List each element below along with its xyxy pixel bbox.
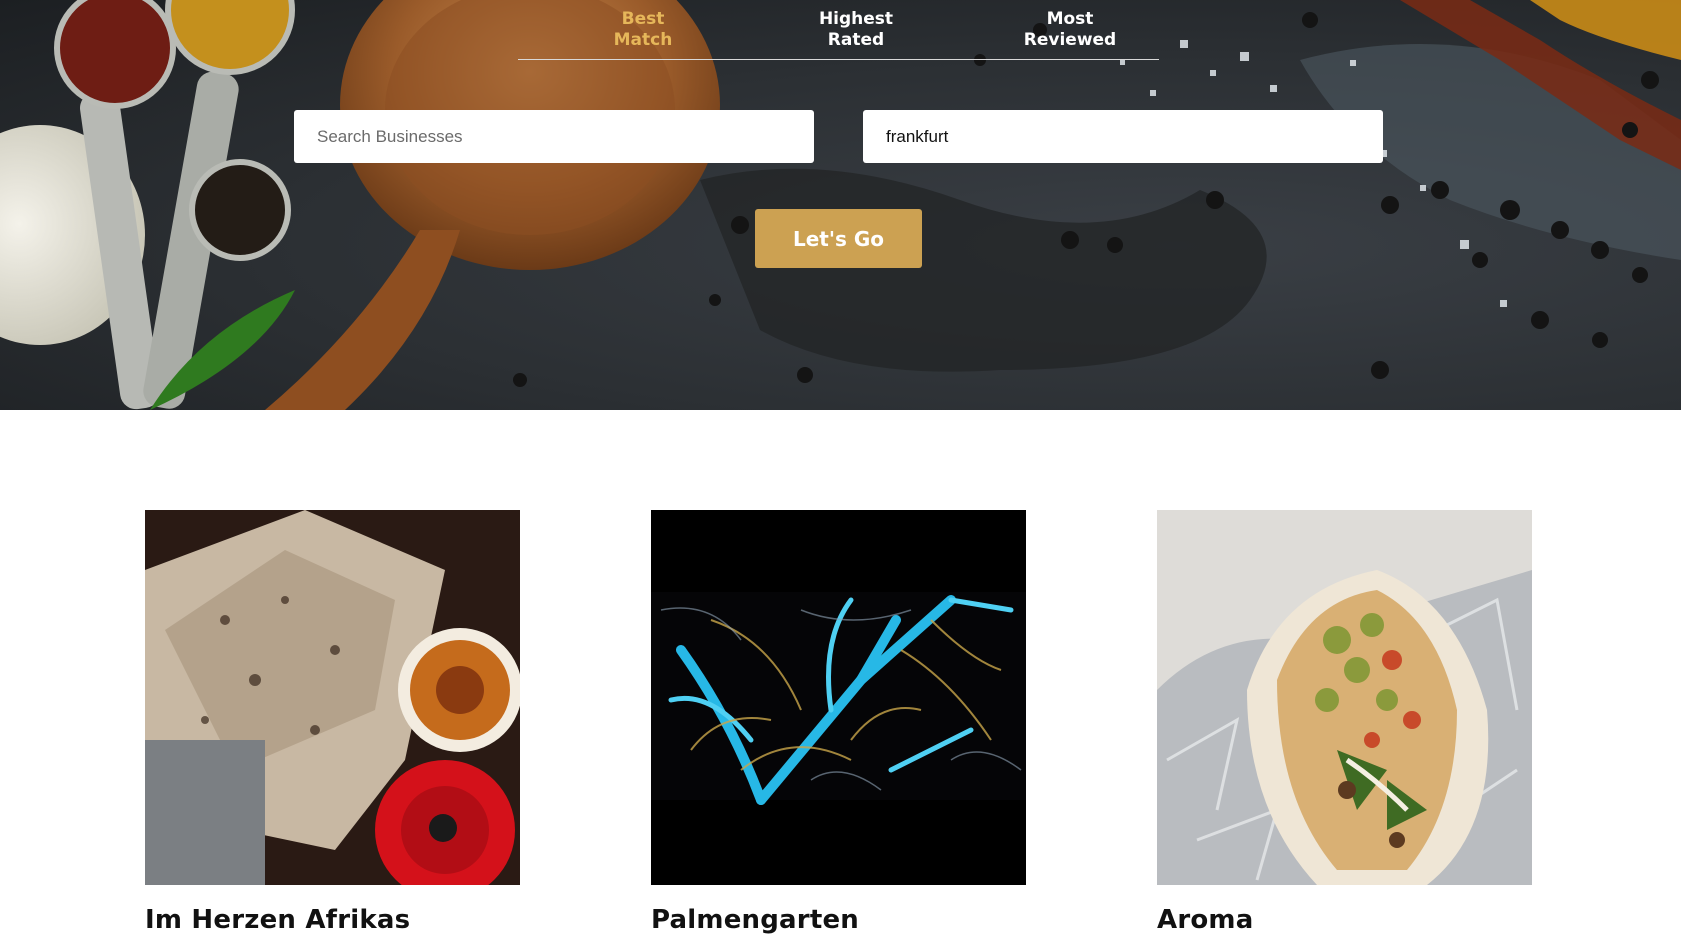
hero-banner: Best Match Highest Rated Most Reviewed L…	[0, 0, 1681, 410]
business-name[interactable]: Im Herzen Afrikas	[145, 905, 520, 935]
illuminated-trees-photo-image	[651, 510, 1026, 885]
lets-go-button[interactable]: Let's Go	[755, 209, 922, 268]
location-input[interactable]	[863, 110, 1383, 163]
tab-most-reviewed[interactable]: Most Reviewed	[1000, 9, 1140, 51]
tab-most-reviewed-line2: Reviewed	[1023, 30, 1117, 50]
tab-highest-rated-line2: Rated	[827, 30, 885, 50]
tab-highest-rated[interactable]: Highest Rated	[786, 9, 926, 51]
business-name[interactable]: Aroma	[1157, 905, 1532, 935]
tab-best-match-line1: Best	[621, 9, 665, 29]
tab-best-match-line2: Match	[613, 30, 673, 50]
falafel-wrap-photo-image	[1157, 510, 1532, 885]
business-photo[interactable]	[651, 510, 1026, 885]
search-businesses-input[interactable]	[294, 110, 814, 163]
business-card[interactable]: Palmengarten	[651, 510, 1026, 935]
business-photo[interactable]	[145, 510, 520, 885]
business-name[interactable]: Palmengarten	[651, 905, 1026, 935]
tab-most-reviewed-line1: Most	[1046, 9, 1094, 29]
kitchen-spices-background-image	[0, 0, 1681, 410]
business-photo[interactable]	[1157, 510, 1532, 885]
tab-best-match[interactable]: Best Match	[573, 9, 713, 51]
business-card[interactable]: Aroma	[1157, 510, 1532, 935]
sort-tabs: Best Match Highest Rated Most Reviewed	[518, 0, 1159, 60]
tab-highest-rated-line1: Highest	[818, 9, 894, 29]
business-card[interactable]: Im Herzen Afrikas	[145, 510, 520, 935]
flatbread-and-dip-photo-image	[145, 510, 520, 885]
